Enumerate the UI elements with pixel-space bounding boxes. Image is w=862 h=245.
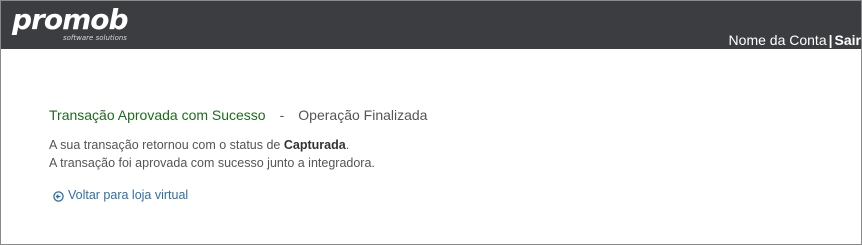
result-heading: Transação Aprovada com Sucesso - Operação … (49, 106, 427, 124)
heading-dash: - (279, 107, 285, 123)
status-title: Transação Aprovada com Sucesso (49, 107, 266, 123)
logout-link[interactable]: Sair (835, 32, 861, 48)
message-line-1-suffix: . (345, 138, 350, 152)
promob-logo[interactable]: promob (12, 3, 129, 37)
account-name-link[interactable]: Nome da Conta (729, 32, 827, 48)
circle-arrow-left-icon (53, 190, 64, 202)
result-message: A sua transação retornou com o status de… (49, 136, 427, 172)
stage-title: Operação Finalizada (298, 107, 428, 123)
page-frame: promob software solutions Nome da Conta |… (0, 0, 862, 245)
nav-separator: | (828, 32, 833, 48)
back-link-label: Voltar para loja virtual (68, 188, 189, 202)
back-to-store-link[interactable]: Voltar para loja virtual (53, 187, 188, 203)
top-bar: promob software solutions Nome da Conta |… (1, 1, 861, 49)
account-nav: Nome da Conta | Sair (729, 32, 861, 49)
message-line-1: A sua transação retornou com o status de… (49, 136, 427, 154)
transaction-status: Capturada (283, 138, 346, 152)
message-line-1-prefix: A sua transação retornou com o status de (49, 138, 284, 152)
result-panel: Transação Aprovada com Sucesso - Operação … (49, 106, 427, 172)
message-line-2: A transação foi aprovada com sucesso jun… (49, 156, 375, 170)
logo-tagline: software solutions (63, 34, 127, 42)
